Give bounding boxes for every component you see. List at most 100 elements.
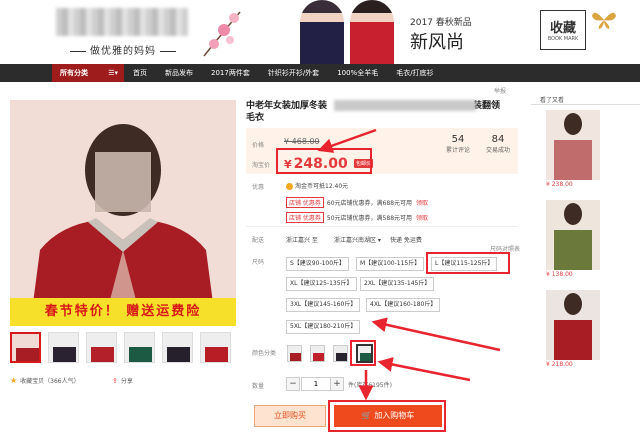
sidebar-product-2[interactable] bbox=[546, 200, 600, 270]
favorite-item-label: 收藏宝贝（366人气） bbox=[20, 378, 80, 385]
quantity-label: 数量 bbox=[252, 383, 265, 390]
thumbnail-5[interactable] bbox=[162, 332, 193, 363]
nav-item-wool[interactable]: 100%全羊毛 bbox=[328, 64, 387, 82]
thumbnail-image bbox=[201, 333, 230, 362]
sales-label: 交易成功 bbox=[485, 147, 510, 154]
nav-all-categories-label: 所有分类 bbox=[60, 69, 88, 77]
size-option-3xl[interactable]: 3XL【建议145-160斤】 bbox=[286, 298, 361, 312]
bookmark-label: 收藏 bbox=[549, 21, 576, 36]
get-coupon-2-button[interactable]: 领取 bbox=[416, 215, 428, 222]
color-swatch-black[interactable] bbox=[333, 345, 348, 362]
report-link[interactable]: 举报 bbox=[494, 86, 506, 95]
nav-item-home[interactable]: 首页 bbox=[124, 64, 156, 82]
bookmark-sublabel: BOOK MARK bbox=[547, 36, 579, 42]
model-wearing-sweater-image bbox=[10, 100, 236, 326]
nav-all-categories[interactable]: 所有分类 ☰▾ bbox=[52, 64, 124, 82]
review-label: 累计评论 bbox=[445, 147, 470, 154]
season-title: 新风尚 bbox=[410, 32, 464, 53]
sidebar-divider bbox=[531, 104, 640, 105]
annotation-price-box bbox=[276, 148, 372, 174]
sidebar-product-1[interactable] bbox=[546, 110, 600, 180]
size-option-s[interactable]: S【建议90-100斤】 bbox=[286, 257, 350, 271]
coin-icon bbox=[286, 183, 293, 190]
sales-stat: 84 交易成功 bbox=[478, 134, 518, 154]
main-product-image[interactable] bbox=[10, 100, 236, 326]
sidebar-title: 看了又看 bbox=[540, 97, 565, 104]
favorite-item-link[interactable]: ★ 收藏宝贝（366人气） bbox=[10, 376, 80, 385]
shop-nav-bar: 所有分类 ☰▾ 首页 新品发布 2017两件套 针织衫开衫/外套 100%全羊毛… bbox=[0, 64, 640, 82]
annotation-color-box bbox=[350, 340, 376, 366]
size-option-5xl[interactable]: 5XL【建议180-210斤】 bbox=[286, 320, 361, 334]
product-title-suffix: 装翻领 bbox=[473, 101, 501, 111]
quantity-input[interactable] bbox=[301, 377, 331, 391]
color-swatch-red[interactable] bbox=[287, 345, 302, 362]
share-label: 分享 bbox=[120, 378, 133, 385]
product-title-line2: 毛衣 bbox=[246, 113, 265, 123]
coupon-1-text: 60元店铺优惠券，满688元可用 bbox=[326, 200, 413, 207]
original-price: ¥ 468.00 bbox=[284, 137, 320, 146]
promo-label: 优惠 bbox=[252, 184, 265, 191]
promo-banner: 春节特价！ 赠送运费险 bbox=[10, 298, 236, 326]
size-option-2xl[interactable]: 2XL【建议135-145斤】 bbox=[360, 277, 435, 291]
thumbnail-strip bbox=[10, 332, 231, 363]
delivery-destination-dropdown[interactable]: 浙江嘉兴南湖区 ▾ bbox=[334, 235, 381, 244]
product-title-prefix: 中老年女装加厚冬装 bbox=[246, 101, 328, 111]
size-option-4xl[interactable]: 4XL【建议160-180斤】 bbox=[366, 298, 441, 312]
quantity-decrease-button[interactable]: − bbox=[286, 377, 300, 391]
share-link[interactable]: ⇪ 分享 bbox=[112, 376, 133, 386]
divider bbox=[246, 226, 518, 227]
coupon-row-1: 店铺 优惠券 60元店铺优惠券，满688元可用 领取 bbox=[286, 197, 428, 208]
sidebar-product-3[interactable] bbox=[546, 290, 600, 360]
model-photo-1 bbox=[300, 0, 344, 64]
shop-banner: 做优雅的妈妈 2017 春秋新品 新风尚 收藏 BOOK MARK bbox=[0, 0, 640, 64]
nav-item-new[interactable]: 新品发布 bbox=[156, 64, 202, 82]
taobao-price-label: 淘宝价 bbox=[252, 162, 271, 169]
review-count: 54 bbox=[451, 134, 465, 145]
thumbnail-3[interactable] bbox=[86, 332, 117, 363]
shop-logo bbox=[56, 8, 188, 36]
coupon-tag: 店铺 优惠券 bbox=[286, 197, 324, 208]
review-stat[interactable]: 54 累计评论 bbox=[438, 134, 478, 154]
star-icon: ★ bbox=[10, 376, 18, 385]
share-icon: ⇪ bbox=[112, 376, 118, 385]
buy-now-button[interactable]: 立即购买 bbox=[254, 405, 326, 427]
size-option-m[interactable]: M【建议100-115斤】 bbox=[356, 257, 425, 271]
shop-slogan: 做优雅的妈妈 bbox=[66, 42, 180, 57]
thumbnail-1[interactable] bbox=[10, 332, 41, 363]
thumbnail-image bbox=[125, 333, 154, 362]
price-label: 价格 bbox=[252, 142, 265, 149]
coin-offer: 淘金币可抵12.40元 bbox=[286, 181, 348, 190]
thumbnail-image bbox=[163, 333, 192, 362]
coin-text: 淘金币可抵12.40元 bbox=[295, 183, 349, 190]
size-option-xl[interactable]: XL【建议125-135斤】 bbox=[286, 277, 357, 291]
sidebar-product-image bbox=[546, 200, 600, 270]
stock-text: 件(库存6195件) bbox=[348, 382, 392, 389]
sidebar-price-3: ¥ 218.00 bbox=[546, 361, 573, 368]
size-label: 尺码 bbox=[252, 259, 265, 266]
nav-item-sweater[interactable]: 毛衣/打底衫 bbox=[387, 64, 442, 82]
delivery-label: 配送 bbox=[252, 237, 265, 244]
menu-icon: ☰▾ bbox=[108, 69, 118, 77]
nav-item-twopiece[interactable]: 2017两件套 bbox=[202, 64, 259, 82]
coupon-row-2: 店铺 优惠券 50元店铺优惠券，满588元可用 领取 bbox=[286, 212, 428, 223]
nav-item-cardigan[interactable]: 针织衫开衫/外套 bbox=[259, 64, 328, 82]
annotation-cart-box bbox=[328, 400, 446, 432]
thumbnail-4[interactable] bbox=[124, 332, 155, 363]
model-photo-2 bbox=[350, 0, 394, 64]
sales-count: 84 bbox=[491, 134, 505, 145]
color-swatch-red-2[interactable] bbox=[310, 345, 325, 362]
bookmark-button[interactable]: 收藏 BOOK MARK bbox=[540, 10, 586, 50]
thumbnail-image bbox=[49, 333, 78, 362]
thumbnail-6[interactable] bbox=[200, 332, 231, 363]
get-coupon-1-button[interactable]: 领取 bbox=[416, 200, 428, 207]
swatch-image bbox=[311, 346, 324, 361]
delivery-fee: 快递 免运费 bbox=[390, 237, 422, 244]
butterfly-icon bbox=[592, 12, 616, 29]
quantity-increase-button[interactable]: + bbox=[330, 377, 344, 391]
thumbnail-2[interactable] bbox=[48, 332, 79, 363]
sidebar-product-image bbox=[546, 110, 600, 180]
swatch-image bbox=[334, 346, 347, 361]
annotation-size-box bbox=[426, 252, 510, 274]
sidebar-price-1: ¥ 238.00 bbox=[546, 181, 573, 188]
season-tag: 2017 春秋新品 bbox=[410, 18, 472, 28]
